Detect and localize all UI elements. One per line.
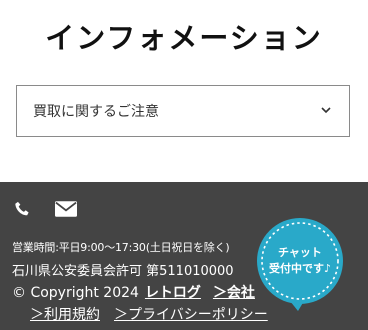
- footer-links: ＞利用規約 ＞プライバシーポリシー: [30, 304, 268, 324]
- phone-icon[interactable]: [13, 199, 31, 219]
- chevron-down-icon: [321, 107, 331, 114]
- chat-line-2: 受付中です♪: [268, 262, 332, 275]
- dropdown-label: 買取に関するご注意: [33, 104, 159, 120]
- company-link[interactable]: ＞会社: [213, 285, 255, 301]
- chat-button[interactable]: チャット 受付中です♪: [252, 215, 348, 311]
- privacy-link[interactable]: ＞プライバシーポリシー: [114, 307, 268, 323]
- copyright: © Copyright 2024 レトログ ＞会社: [12, 282, 255, 302]
- copyright-text: © Copyright 2024: [12, 285, 139, 301]
- chat-line-1: チャット: [278, 246, 322, 259]
- business-hours: 営業時間:平日9:00〜17:30(土日祝日を除く): [12, 241, 230, 254]
- license-number: 石川県公安委員会許可 第511010000: [12, 264, 234, 279]
- terms-link[interactable]: ＞利用規約: [30, 307, 100, 323]
- mail-icon[interactable]: [55, 201, 77, 217]
- chat-label: チャット 受付中です♪: [252, 245, 348, 277]
- page-title: インフォメーション: [45, 21, 323, 55]
- brand-link[interactable]: レトログ: [145, 285, 201, 301]
- notice-dropdown[interactable]: 買取に関するご注意: [16, 85, 350, 137]
